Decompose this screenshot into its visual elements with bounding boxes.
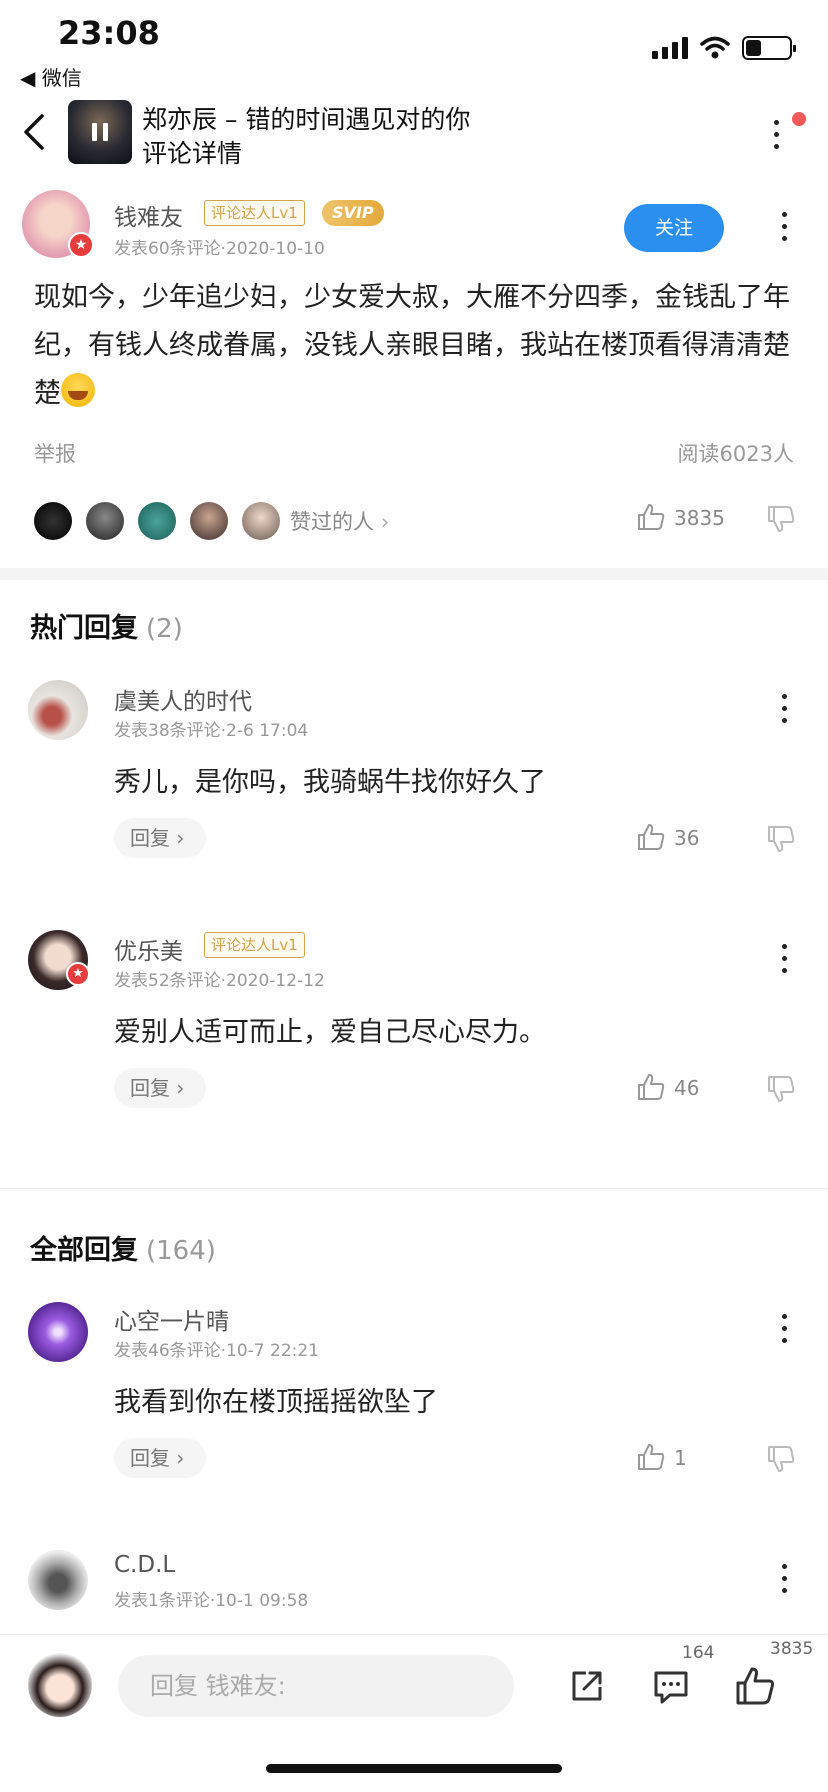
chevron-right-icon: › (170, 1446, 185, 1470)
thumbs-down-icon[interactable] (766, 504, 796, 534)
section-divider (0, 568, 828, 580)
liker-avatar[interactable] (34, 502, 72, 540)
all-replies-label: 全部回复 (30, 1235, 138, 1266)
section-divider (0, 1188, 828, 1189)
more-vertical-icon[interactable] (780, 1564, 788, 1593)
comment-icon[interactable] (650, 1665, 692, 1707)
reply-button-label: 回复 (130, 1446, 170, 1470)
likers-label: 赞过的人 (290, 510, 374, 534)
avatar[interactable] (28, 680, 88, 740)
avatar[interactable] (28, 1302, 88, 1362)
hot-replies-label: 热门回复 (30, 613, 138, 644)
like-count: 3835 (674, 506, 725, 530)
read-count: 阅读6023人 (677, 442, 794, 466)
liker-avatar[interactable] (138, 502, 176, 540)
reply-button[interactable]: 回复 › (114, 818, 206, 858)
commenter-level-badge: 评论达人Lv1 (204, 200, 305, 226)
thumbs-up-icon[interactable] (636, 1442, 666, 1472)
thumbs-down-icon[interactable] (766, 824, 796, 854)
comment-username[interactable]: 钱难友 (114, 198, 183, 232)
home-indicator (266, 1764, 562, 1773)
my-avatar[interactable] (28, 1653, 92, 1717)
nav-bar: 郑亦辰 – 错的时间遇见对的你 评论详情 (0, 94, 828, 174)
all-replies-count: (164) (146, 1236, 216, 1266)
reply-button-label: 回复 (130, 1076, 170, 1100)
back-chevron-icon[interactable] (16, 110, 56, 154)
liker-avatar[interactable] (190, 502, 228, 540)
like-count: 1 (674, 1446, 687, 1470)
liker-avatar[interactable] (86, 502, 124, 540)
follow-button[interactable]: 关注 (624, 204, 724, 252)
like-count: 3835 (770, 1639, 814, 1659)
like-count: 46 (674, 1076, 700, 1100)
vip-star-icon: ★ (66, 962, 90, 986)
likers-link[interactable]: 赞过的人 › (290, 506, 389, 536)
pause-icon[interactable] (92, 123, 108, 141)
signal-icon (652, 37, 688, 59)
more-vertical-icon[interactable] (762, 112, 792, 152)
page-title: 评论详情 (142, 139, 243, 168)
chevron-right-icon: › (170, 1076, 185, 1100)
reply-meta: 发表38条评论·2-6 17:04 (114, 721, 309, 741)
status-time: 23:08 (58, 14, 160, 52)
battery-icon (742, 36, 796, 60)
commenter-level-badge: 评论达人Lv1 (204, 932, 305, 958)
reply-text: 爱别人适可而止，爱自己尽心尽力。 (114, 1017, 546, 1048)
comment-count: 164 (682, 1643, 715, 1663)
thumbs-up-icon[interactable] (734, 1665, 776, 1707)
share-icon[interactable] (566, 1665, 608, 1707)
thumbs-up-icon[interactable] (636, 822, 666, 852)
all-replies-title: 全部回复 (164) (30, 1228, 216, 1267)
thumbs-up-icon[interactable] (636, 1072, 666, 1102)
thumbs-down-icon[interactable] (766, 1444, 796, 1474)
comment-text: 现如今，少年追少妇，少女爱大叔，大雁不分四季，金钱乱了年纪，有钱人终成眷属，没钱… (34, 274, 794, 418)
wifi-icon (700, 36, 730, 59)
more-vertical-icon[interactable] (780, 694, 788, 723)
more-vertical-icon[interactable] (780, 1314, 788, 1343)
reply-meta: 发表52条评论·2020-12-12 (114, 971, 325, 991)
back-to-wechat-link[interactable]: ◀ 微信 (20, 62, 82, 91)
chevron-right-icon: › (380, 510, 390, 534)
more-vertical-icon[interactable] (780, 212, 788, 241)
reply-text: 秀儿，是你吗，我骑蜗牛找你好久了 (114, 767, 546, 798)
reply-username[interactable]: 优乐美 (114, 932, 183, 966)
reply-button[interactable]: 回复 › (114, 1438, 206, 1478)
reply-username[interactable]: 虞美人的时代 (114, 682, 252, 716)
chevron-right-icon: › (170, 826, 185, 850)
like-count: 36 (674, 826, 700, 850)
svip-badge: SVIP (322, 200, 384, 226)
report-link[interactable]: 举报 (34, 438, 76, 468)
comment-body: 现如今，少年追少妇，少女爱大叔，大雁不分四季，金钱乱了年纪，有钱人终成眷属，没钱… (34, 282, 790, 409)
reply-button[interactable]: 回复 › (114, 1068, 206, 1108)
thumbs-down-icon[interactable] (766, 1074, 796, 1104)
hot-replies-title: 热门回复 (2) (30, 606, 183, 645)
reply-meta: 发表1条评论·10-1 09:58 (114, 1591, 309, 1611)
liker-avatar[interactable] (242, 502, 280, 540)
comment-meta: 发表60条评论·2020-10-10 (114, 239, 325, 259)
status-bar: 23:08 ◀ 微信 (0, 0, 828, 92)
reply-username[interactable]: 心空一片晴 (114, 1302, 229, 1336)
reply-text: 我看到你在楼顶摇摇欲坠了 (114, 1387, 438, 1418)
battery-level (746, 40, 761, 56)
reply-input[interactable]: 回复 钱难友: (118, 1655, 514, 1717)
status-icons (652, 36, 796, 60)
reply-button-label: 回复 (130, 826, 170, 850)
avatar[interactable] (28, 1550, 88, 1610)
vip-star-icon: ★ (68, 232, 94, 258)
reply-username[interactable]: C.D.L (114, 1552, 175, 1578)
thumbs-up-icon[interactable] (636, 502, 666, 532)
laugh-emoji-icon (61, 373, 95, 407)
song-title: 郑亦辰 – 错的时间遇见对的你 (142, 105, 471, 134)
more-vertical-icon[interactable] (780, 944, 788, 973)
song-thumbnail[interactable] (68, 100, 132, 164)
hot-replies-count: (2) (146, 614, 183, 644)
notification-dot (792, 112, 806, 126)
reply-meta: 发表46条评论·10-7 22:21 (114, 1341, 320, 1361)
